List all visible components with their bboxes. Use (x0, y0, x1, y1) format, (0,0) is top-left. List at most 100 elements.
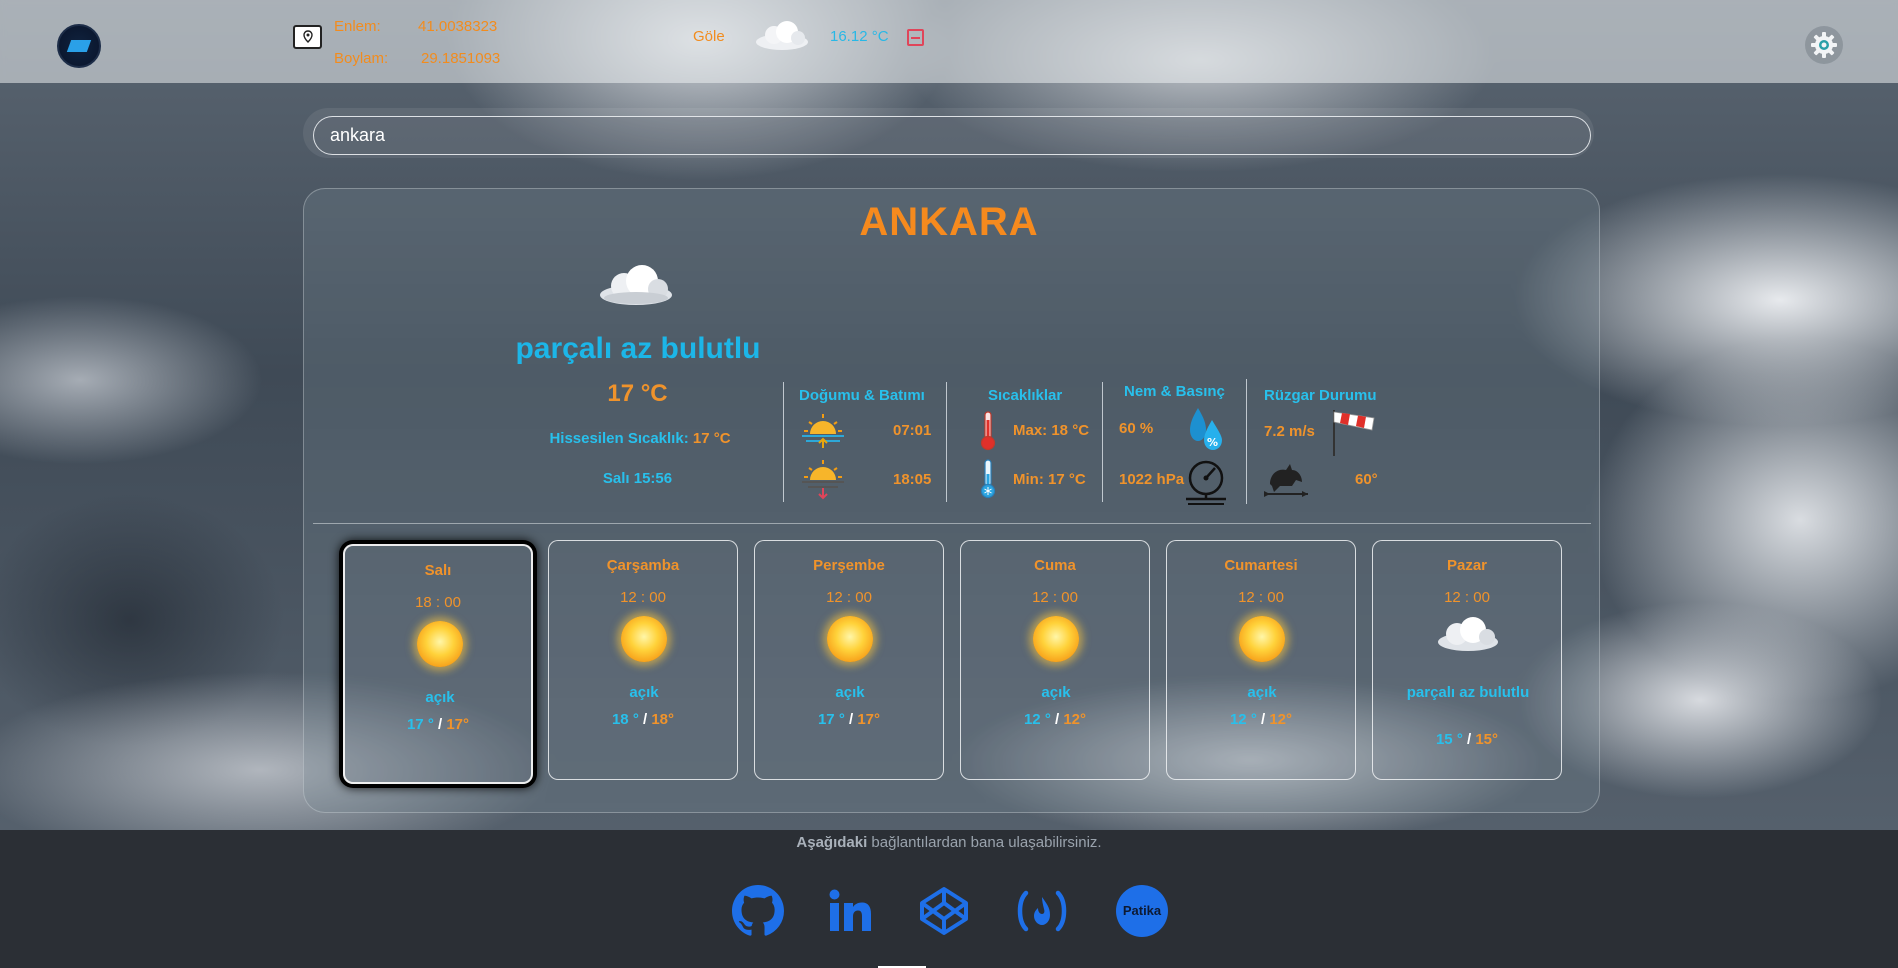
forecast-temperature: 12 ° / 12° (1167, 711, 1355, 728)
forecast-temp-min: 12 ° (1229, 711, 1257, 728)
cloud-icon (752, 20, 812, 52)
sunrise-icon (800, 410, 846, 450)
forecast-temperature: 18 ° / 18° (549, 711, 737, 728)
humidity-value: 60 % (1119, 420, 1154, 437)
mini-city: Göle (693, 28, 725, 45)
github-icon[interactable] (732, 885, 784, 937)
forecast-description: açık (835, 684, 865, 701)
map-pin-icon[interactable] (293, 25, 322, 49)
linkedin-icon[interactable] (824, 885, 876, 937)
forecast-temp-separator: / (844, 711, 858, 728)
search-container (303, 108, 1594, 158)
forecast-card[interactable]: Perşembe 12 : 00 açık 17 ° / 17° (754, 540, 944, 780)
partly-cloudy-icon (596, 262, 676, 308)
sun-icon (825, 614, 875, 664)
sun-section-title: Doğumu & Batımı (799, 387, 925, 404)
footer-text-rest: bağlantılardan bana ulaşabilirsiniz. (867, 834, 1102, 851)
forecast-description: açık (425, 689, 455, 706)
patika-icon[interactable]: Patika (1116, 885, 1168, 937)
sun-icon (1237, 614, 1287, 664)
weather-description: parçalı az bulutlu (515, 332, 761, 365)
forecast-card[interactable]: Salı 18 : 00 açık 17 ° / 17° (343, 544, 533, 784)
sunset-time: 18:05 (893, 471, 932, 488)
feels-like: Hissesilen Sıcaklık: 17 °C (520, 430, 760, 447)
forecast-temp-min: 15 ° (1435, 731, 1463, 748)
forecast-day: Cuma (1034, 557, 1076, 574)
forecast-temperature: 17 ° / 17° (755, 711, 943, 728)
pressure-value: 1022 hPa (1119, 471, 1185, 488)
forecast-temp-min: 17 ° (817, 711, 845, 728)
footer-text: Aşağıdaki bağlantılardan bana ulaşabilir… (0, 834, 1898, 851)
forecast-time: 12 : 00 (620, 589, 666, 606)
forecast-temp-max: 12° (1063, 711, 1087, 728)
logo-mark (66, 40, 92, 52)
thermometer-cold-icon (978, 458, 998, 500)
forecast-description: açık (1041, 684, 1071, 701)
forecast-temp-max: 17° (446, 716, 470, 733)
forecast-day: Cumartesi (1224, 557, 1298, 574)
forecast-time: 12 : 00 (1032, 589, 1078, 606)
wind-speed: 7.2 m/s (1264, 423, 1315, 440)
pressure-gauge-icon (1184, 458, 1228, 506)
forecast-time: 12 : 00 (1444, 589, 1490, 606)
longitude-label: Boylam: (334, 50, 389, 67)
forecast-temperature: 17 ° / 17° (345, 716, 531, 733)
wind-direction: 60° (1355, 471, 1378, 488)
temps-section-title: Sıcaklıklar (988, 387, 1063, 404)
wind-section-title: Rüzgar Durumu (1264, 387, 1377, 404)
forecast-card[interactable]: Pazar 12 : 00 parçalı az bulutlu 15 ° / 15° (1372, 540, 1562, 780)
forecast-temp-max: 17° (857, 711, 881, 728)
sunset-icon (800, 458, 846, 500)
freecodecamp-icon[interactable] (1014, 885, 1070, 937)
forecast-temperature: 15 ° / 15° (1373, 731, 1561, 748)
forecast-temp-separator: / (1256, 711, 1270, 728)
forecast-time: 12 : 00 (1238, 589, 1284, 606)
forecast-description: açık (1247, 684, 1277, 701)
windsock-icon (1330, 406, 1380, 458)
mini-temp: 16.12 °C (830, 28, 889, 45)
feels-like-value: 17 °C (692, 430, 731, 447)
forecast-temp-max: 12° (1269, 711, 1293, 728)
divider (783, 382, 784, 502)
divider (1246, 379, 1247, 504)
patika-label: Patika (1123, 903, 1162, 918)
forecast-description: parçalı az bulutlu (1406, 684, 1530, 701)
forecast-temp-separator: / (1462, 731, 1476, 748)
forecast-temp-separator: / (1050, 711, 1064, 728)
humidity-section-title: Nem & Basınç (1124, 383, 1225, 400)
current-day-time: Salı 15:56 (602, 470, 673, 487)
sun-icon (1031, 614, 1081, 664)
forecast-temp-min: 17 ° (406, 716, 434, 733)
app-logo[interactable] (57, 24, 101, 68)
search-input[interactable] (313, 116, 1591, 155)
forecast-temp-min: 12 ° (1023, 711, 1051, 728)
sun-icon (619, 614, 669, 664)
temp-max: Max: 18 °C (1013, 422, 1090, 439)
forecast-day: Pazar (1446, 557, 1488, 574)
sunrise-time: 07:01 (893, 422, 932, 439)
forecast-day: Çarşamba (606, 557, 680, 574)
latitude-value: 41.0038323 (418, 18, 498, 35)
forecast-card[interactable]: Cumartesi 12 : 00 açık 12 ° / 12° (1166, 540, 1356, 780)
section-divider (313, 523, 1591, 524)
temp-min: Min: 17 °C (1013, 471, 1086, 488)
footer-text-bold: Aşağıdaki (796, 834, 868, 851)
city-name: ANKARA (859, 200, 1039, 244)
forecast-temperature: 12 ° / 12° (961, 711, 1149, 728)
forecast-temp-max: 18° (651, 711, 675, 728)
forecast-card[interactable]: Cuma 12 : 00 açık 12 ° / 12° (960, 540, 1150, 780)
humidity-icon: % (1188, 404, 1226, 452)
minus-square-icon[interactable] (907, 29, 924, 46)
current-temperature: 17 °C (607, 380, 668, 407)
forecast-temp-min: 18 ° (611, 711, 639, 728)
forecast-card[interactable]: Çarşamba 12 : 00 açık 18 ° / 18° (548, 540, 738, 780)
forecast-temp-separator: / (638, 711, 652, 728)
divider (946, 382, 947, 502)
weathervane-icon (1262, 458, 1310, 500)
codepen-icon[interactable] (918, 885, 970, 937)
feels-like-label: Hissesilen Sıcaklık: (549, 430, 689, 447)
divider (1102, 382, 1103, 502)
forecast-day: Salı (424, 562, 452, 579)
gear-icon[interactable] (1805, 26, 1843, 64)
sun-icon (415, 619, 465, 669)
